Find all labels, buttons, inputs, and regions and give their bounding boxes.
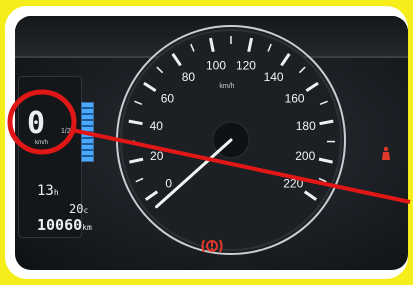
- gauge-label: 40: [150, 119, 164, 133]
- gauge-label: 180: [296, 119, 316, 133]
- dashboard-photo: 0 km/h 1/2 13h 20c 10060km 0 20 40 60 80 100 1…: [15, 16, 408, 270]
- gauge-label: 200: [295, 149, 315, 163]
- gauge-label: 220: [283, 177, 303, 191]
- gauge-label: 60: [161, 91, 175, 105]
- speedometer-gauge: 020 40 60 80 100 120 140160 180 200 220 km/h: [116, 25, 346, 255]
- gauge-label: 120: [236, 58, 256, 72]
- gauge-unit: km/h: [219, 83, 234, 90]
- gauge-label: 0: [165, 177, 172, 191]
- gauge-label: 20: [150, 149, 164, 163]
- gauge-label: 100: [206, 58, 226, 72]
- brake-warning-icon: [201, 239, 223, 253]
- seatbelt-warning-icon: [382, 146, 390, 160]
- gauge-label: 140: [264, 70, 284, 84]
- gauge-label: 160: [285, 91, 305, 105]
- gauge-label: 80: [182, 70, 196, 84]
